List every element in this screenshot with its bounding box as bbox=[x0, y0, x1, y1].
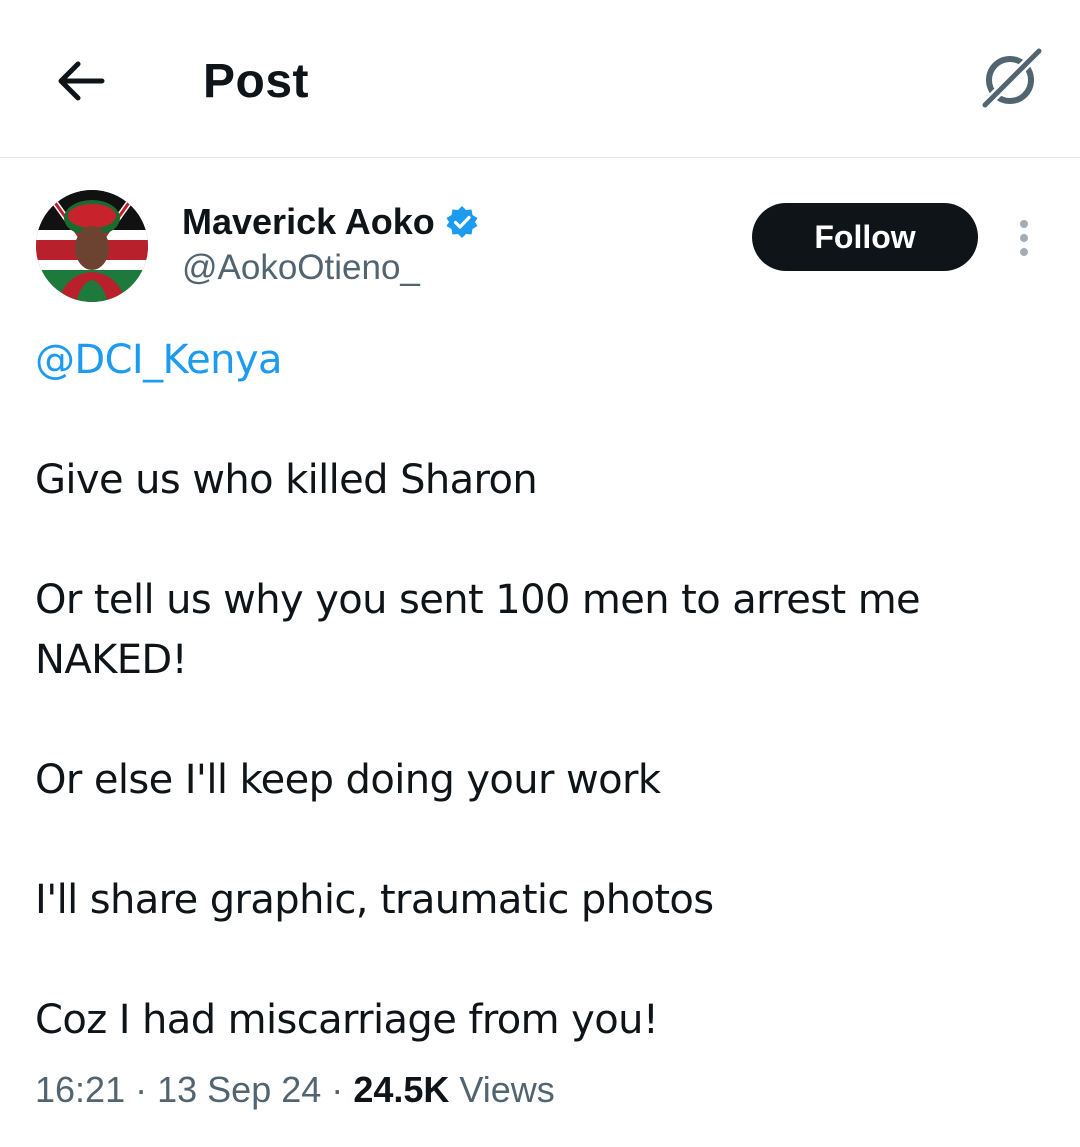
verified-badge-icon bbox=[446, 206, 478, 238]
more-vertical-icon-dot bbox=[1020, 248, 1028, 256]
more-options-button[interactable] bbox=[1004, 212, 1044, 264]
post-line: I'll share graphic, traumatic photos bbox=[35, 877, 714, 923]
author-handle[interactable]: @AokoOtieno_ bbox=[182, 246, 420, 290]
grok-icon bbox=[978, 48, 1042, 112]
post-meta: 16:21 · 13 Sep 24 · 24.5K Views bbox=[35, 1062, 555, 1118]
post-text: @DCI_Kenya Give us who killed Sharon Or … bbox=[35, 330, 1045, 1050]
page-title: Post bbox=[203, 55, 310, 108]
post-line: Or else I'll keep doing your work bbox=[35, 757, 661, 803]
meta-separator: · bbox=[331, 1069, 344, 1110]
mention-link[interactable]: @DCI_Kenya bbox=[35, 330, 1045, 390]
arrow-left-icon bbox=[58, 61, 105, 101]
post-date[interactable]: 13 Sep 24 bbox=[157, 1069, 321, 1110]
author-name-row[interactable]: Maverick Aoko bbox=[182, 200, 479, 244]
follow-button[interactable]: Follow bbox=[752, 203, 978, 271]
post-line: Or tell us why you sent 100 men to arres… bbox=[35, 577, 921, 683]
post-line: Give us who killed Sharon bbox=[35, 457, 538, 503]
more-vertical-icon-dot bbox=[1020, 220, 1028, 228]
views-count: 24.5K bbox=[353, 1069, 450, 1110]
views-label: Views bbox=[459, 1069, 555, 1110]
avatar[interactable] bbox=[36, 190, 148, 302]
post-line: Coz I had miscarriage from you! bbox=[35, 997, 659, 1043]
top-bar: Post bbox=[0, 0, 1080, 158]
grok-button[interactable] bbox=[970, 40, 1050, 120]
post-time[interactable]: 16:21 bbox=[35, 1069, 125, 1110]
meta-separator: · bbox=[135, 1069, 148, 1110]
author-display-name[interactable]: Maverick Aoko bbox=[182, 200, 435, 244]
back-button[interactable] bbox=[44, 45, 116, 117]
more-vertical-icon-dot bbox=[1020, 234, 1028, 242]
avatar-image bbox=[36, 190, 148, 302]
